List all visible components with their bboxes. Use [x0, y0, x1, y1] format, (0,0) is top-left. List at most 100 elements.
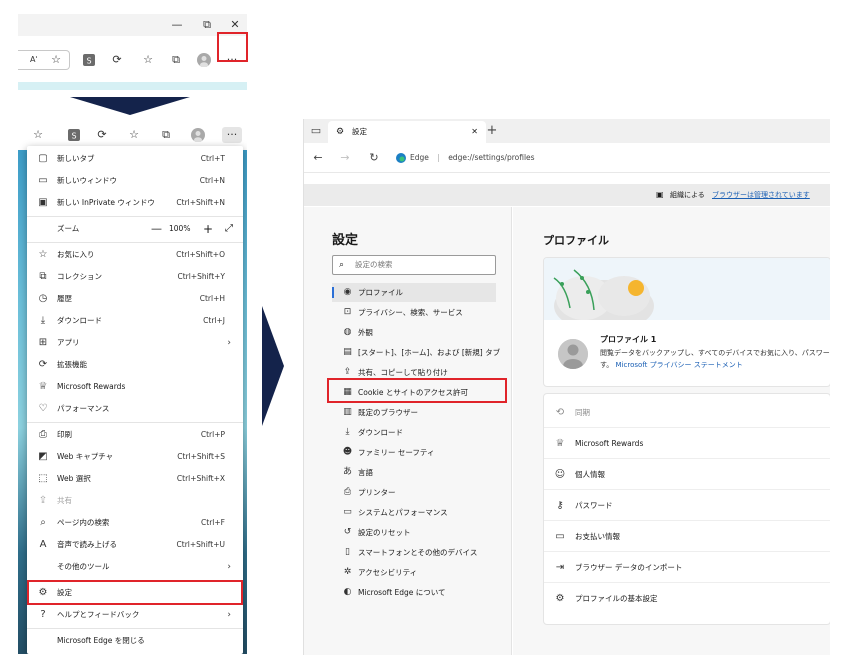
url-site-label: Edge — [410, 153, 429, 162]
highlight-cookie-item — [327, 378, 507, 403]
sidebar-item-system[interactable]: ▭ システムとパフォーマンス — [332, 503, 496, 522]
card-icon: ▭ — [555, 531, 565, 542]
refresh-icon[interactable]: ↻ — [366, 150, 382, 166]
extension-s-icon[interactable]: S — [81, 52, 97, 68]
window-icon: ▭ — [38, 175, 48, 186]
list-item-profile-prefs[interactable]: ⚙ プロファイルの基本設定 — [544, 584, 830, 614]
menu-item-find-on-page[interactable]: ⌕ ページ内の検索 Ctrl+F — [27, 512, 243, 534]
extensions-icon[interactable]: ⟳ — [109, 52, 125, 68]
new-tab-button[interactable]: + — [484, 123, 500, 139]
chevron-right-icon: › — [227, 338, 231, 348]
menu-item-more-tools[interactable]: その他のツール › — [27, 556, 243, 578]
add-favorite-icon[interactable]: ☆ — [48, 52, 64, 68]
sidebar-item-downloads[interactable]: ⤓ ダウンロード — [332, 423, 496, 442]
phone-icon: ▯ — [345, 547, 350, 557]
list-item-sync[interactable]: ⟲ 同期 — [544, 398, 830, 428]
accessibility-icon: ✲ — [343, 567, 352, 577]
close-button[interactable]: ✕ — [226, 17, 244, 33]
list-item-import[interactable]: ⇥ ブラウザー データのインポート — [544, 553, 830, 583]
sidebar-item-default-browser[interactable]: ▥ 既定のブラウザー — [332, 403, 496, 422]
sidebar-item-printers[interactable]: ⎙ プリンター — [332, 483, 496, 502]
menu-item-new-tab[interactable]: ▢ 新しいタブ Ctrl+T — [27, 148, 243, 170]
lock-icon: ⊡ — [343, 307, 352, 317]
appearance-icon: ◍ — [343, 327, 352, 337]
sidebar-item-languages[interactable]: あ言語 — [332, 463, 496, 482]
list-item-passwords[interactable]: ⚷ パスワード — [544, 491, 830, 521]
web-select-icon: ⬚ — [38, 473, 48, 484]
home-tab-icon: ▤ — [343, 347, 352, 357]
settings-search-input[interactable]: ⌕ 設定の検索 — [332, 255, 496, 275]
share-icon: ⇪ — [38, 495, 48, 506]
menu-divider — [27, 216, 243, 217]
sidebar-item-family[interactable]: ☻ ファミリー セーフティ — [332, 443, 496, 462]
list-item-personal-info[interactable]: ☺ 個人情報 — [544, 460, 830, 490]
collections-icon: ⧉ — [39, 271, 47, 282]
svg-text:S: S — [87, 57, 92, 66]
menu-item-apps[interactable]: ⊞ アプリ › — [27, 332, 243, 354]
edge-logo-icon — [396, 153, 406, 163]
menu-item-favorites[interactable]: ☆ お気に入り Ctrl+Shift+O — [27, 244, 243, 266]
add-favorite-icon[interactable]: ☆ — [30, 127, 46, 143]
more-options-button[interactable]: ··· — [222, 127, 242, 143]
back-icon[interactable]: ← — [310, 150, 326, 166]
menu-item-new-window[interactable]: ▭ 新しいウィンドウ Ctrl+N — [27, 170, 243, 192]
tab-close-button[interactable]: ✕ — [471, 121, 478, 143]
tab-settings[interactable]: ⚙ 設定 ✕ — [328, 121, 486, 143]
sidebar-item-privacy[interactable]: ⊡ プライバシー、検索、サービス — [332, 303, 496, 322]
zoom-out-button[interactable]: — — [151, 218, 162, 240]
profile-settings-list: ⟲ 同期 ♕ Microsoft Rewards ☺ 個人情報 ⚷ パスワード ▭ お支払… — [543, 393, 830, 625]
sidebar-item-accessibility[interactable]: ✲ アクセシビリティ — [332, 563, 496, 582]
menu-item-help[interactable]: ? ヘルプとフィードバック › — [27, 604, 243, 626]
url-text: edge://settings/profiles — [448, 153, 535, 162]
extension-s-icon[interactable]: S — [66, 127, 82, 143]
address-bar[interactable]: Edge | edge://settings/profiles — [396, 149, 535, 167]
sidebar-item-about[interactable]: ◐ Microsoft Edge について — [332, 583, 496, 602]
gear-icon: ⚙ — [336, 127, 345, 137]
menu-item-web-select[interactable]: ⬚ Web 選択 Ctrl+Shift+X — [27, 468, 243, 490]
tab-actions-icon[interactable]: ▭ — [308, 123, 324, 139]
extensions-icon: ⟳ — [38, 359, 48, 370]
avatar[interactable] — [190, 127, 206, 143]
list-item-rewards[interactable]: ♕ Microsoft Rewards — [544, 429, 830, 459]
menu-item-web-capture[interactable]: ◩ Web キャプチャ Ctrl+Shift+S — [27, 446, 243, 468]
help-icon: ? — [40, 609, 46, 620]
menu-item-inprivate[interactable]: ▣ 新しい InPrivate ウィンドウ Ctrl+Shift+N — [27, 192, 243, 214]
menu-item-rewards[interactable]: ♕ Microsoft Rewards — [27, 376, 243, 398]
inprivate-icon: ▣ — [38, 197, 48, 208]
rewards-icon: ♕ — [555, 438, 565, 449]
menu-item-print[interactable]: ⎙ 印刷 Ctrl+P — [27, 424, 243, 446]
sidebar-item-profiles[interactable]: ◉ プロファイル — [332, 283, 496, 302]
sidebar-item-start-home[interactable]: ▤ [スタート]、[ホーム]、および [新規] タブ — [332, 343, 500, 362]
maximize-button[interactable]: ⧉ — [198, 17, 216, 33]
privacy-statement-link[interactable]: Microsoft プライバシー ステートメント — [616, 361, 743, 369]
collections-icon[interactable]: ⧉ — [158, 127, 174, 143]
menu-item-read-aloud[interactable]: A 音声で読み上げる Ctrl+Shift+U — [27, 534, 243, 556]
menu-item-history[interactable]: ◷ 履歴 Ctrl+H — [27, 288, 243, 310]
menu-item-downloads[interactable]: ⤓ ダウンロード Ctrl+J — [27, 310, 243, 332]
spacer — [304, 174, 830, 184]
minimize-button[interactable]: — — [168, 17, 186, 33]
url-separator: | — [437, 153, 440, 162]
sidebar-item-reset[interactable]: ↺ 設定のリセット — [332, 523, 496, 542]
menu-item-performance[interactable]: ♡ パフォーマンス — [27, 398, 243, 420]
zoom-in-button[interactable]: + — [203, 218, 213, 240]
search-icon: ⌕ — [339, 260, 345, 270]
history-icon: ◷ — [38, 293, 48, 304]
menu-item-collections[interactable]: ⧉ コレクション Ctrl+Shift+Y — [27, 266, 243, 288]
menu-item-close-edge[interactable]: Microsoft Edge を閉じる — [27, 630, 243, 652]
managed-notice-link[interactable]: ブラウザーは管理されています — [712, 184, 810, 206]
performance-icon: ♡ — [38, 403, 48, 414]
avatar[interactable] — [196, 52, 212, 68]
right-arrow-icon — [262, 306, 284, 426]
favorites-icon[interactable]: ☆ — [126, 127, 142, 143]
extensions-icon[interactable]: ⟳ — [94, 127, 110, 143]
menu-item-extensions[interactable]: ⟳ 拡張機能 — [27, 354, 243, 376]
favorites-icon[interactable]: ☆ — [140, 52, 156, 68]
highlight-settings-item — [27, 580, 243, 605]
sidebar-item-phone[interactable]: ▯ スマートフォンとその他のデバイス — [332, 543, 496, 562]
read-aloud-icon[interactable]: Aʾ — [26, 52, 42, 68]
fullscreen-icon[interactable]: ⤢ — [225, 218, 233, 240]
sidebar-item-appearance[interactable]: ◍ 外観 — [332, 323, 496, 342]
list-item-payment[interactable]: ▭ お支払い情報 — [544, 522, 830, 552]
collections-icon[interactable]: ⧉ — [168, 52, 184, 68]
